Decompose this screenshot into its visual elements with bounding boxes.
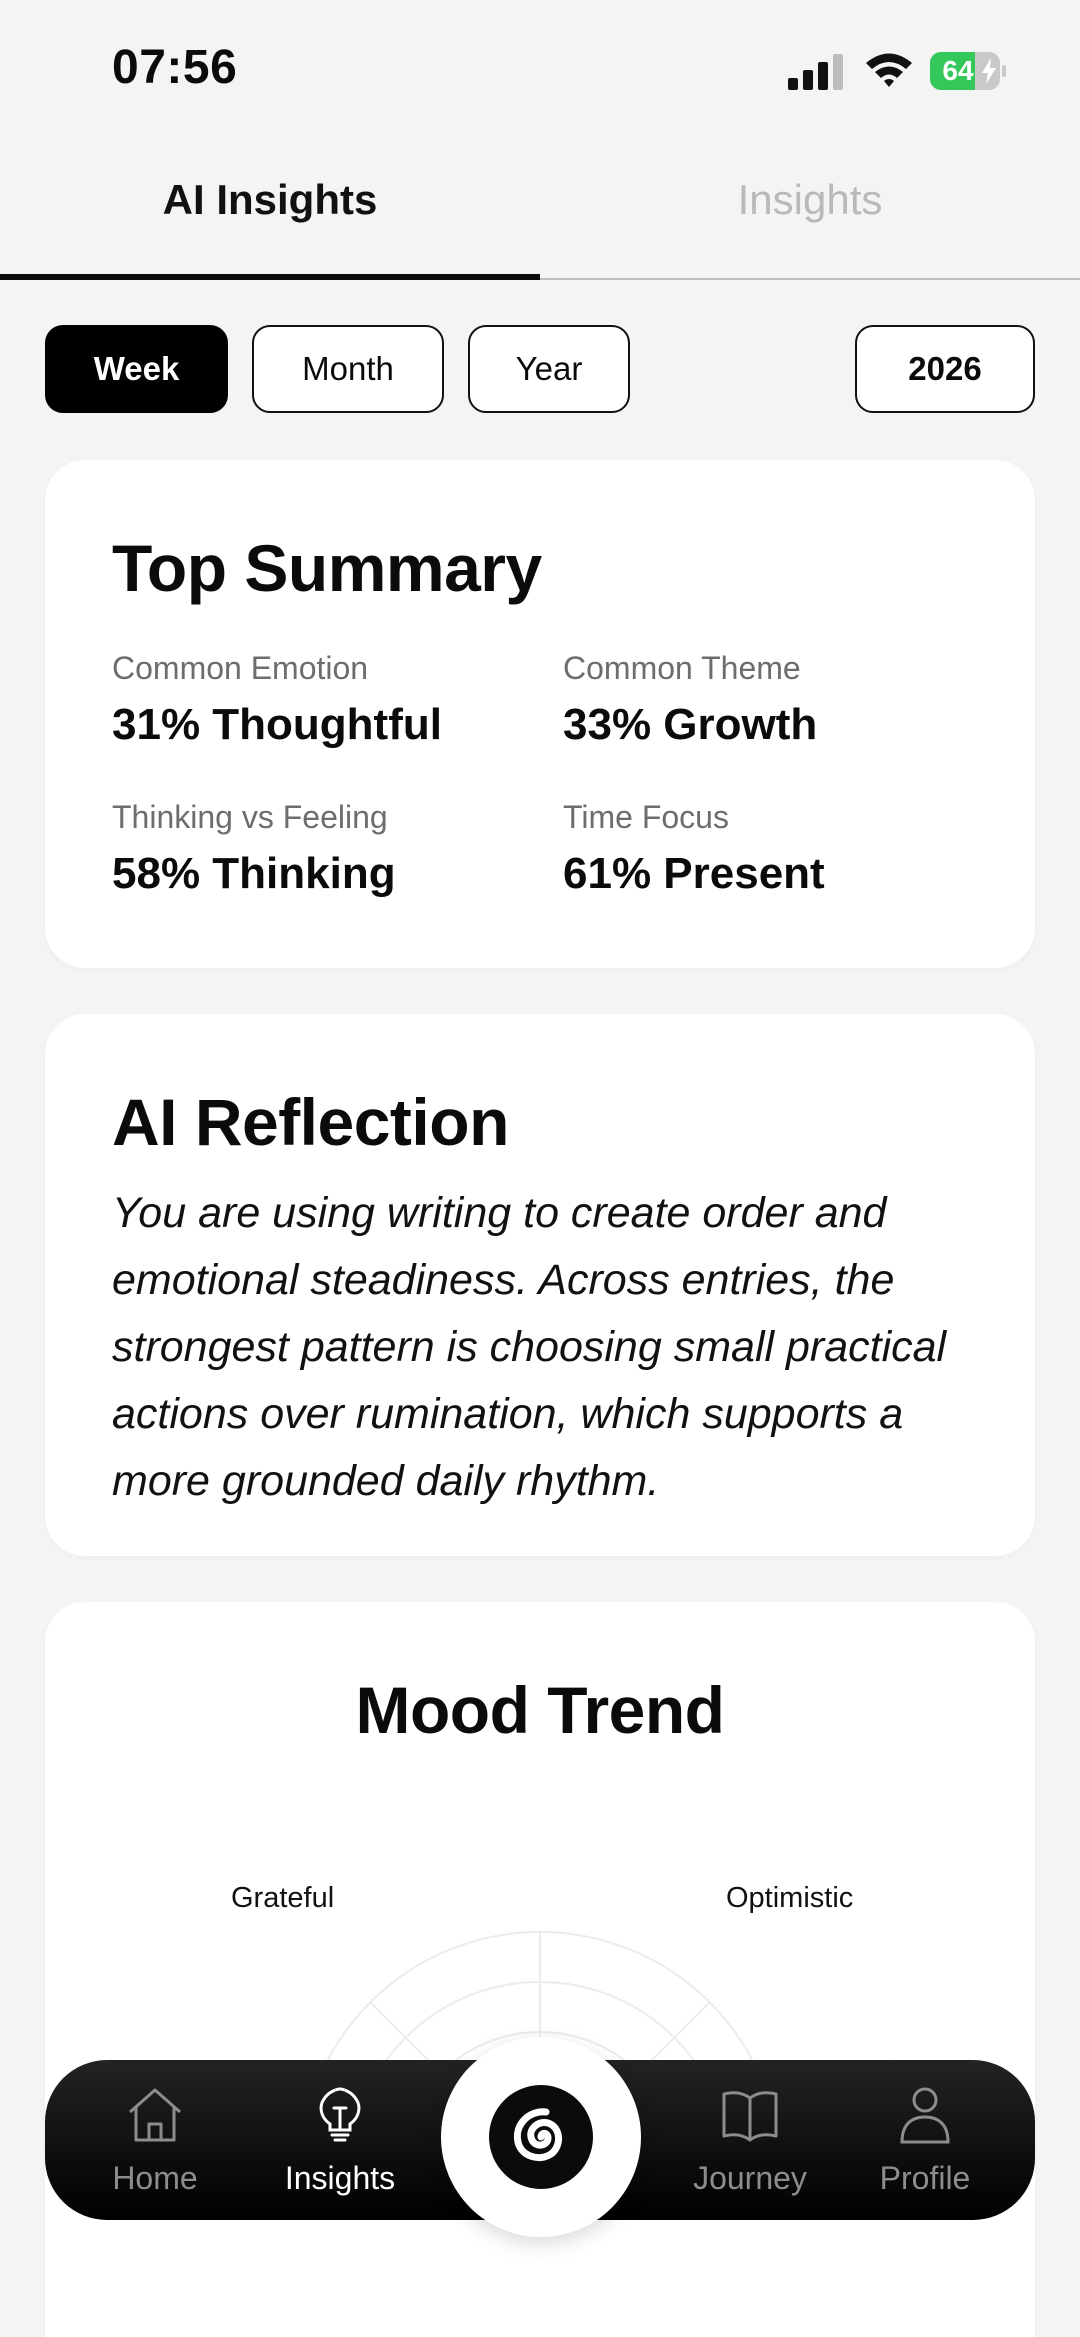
nav-home-label: Home xyxy=(112,2160,198,2196)
nav-insights-label: Insights xyxy=(284,2160,396,2196)
tab-ai-insights[interactable]: AI Insights xyxy=(0,150,540,280)
tab-insights[interactable]: Insights xyxy=(540,150,1080,278)
ai-reflection-card: AI Reflection You are using writing to c… xyxy=(45,1014,1035,1556)
wifi-icon xyxy=(866,53,912,87)
nav-journey[interactable]: Journey xyxy=(665,2060,835,2220)
reflection-title: AI Reflection xyxy=(112,1085,509,1159)
status-time: 07:56 xyxy=(112,41,238,94)
summary-title: Top Summary xyxy=(112,531,542,605)
filter-month-button[interactable]: Month xyxy=(252,325,444,413)
bolt-icon xyxy=(982,58,996,84)
lightbulb-icon xyxy=(319,2087,361,2142)
radar-label-optimistic: Optimistic xyxy=(726,1882,854,1914)
spiral-icon xyxy=(489,2085,593,2189)
reflection-text: You are using writing to create order an… xyxy=(112,1189,947,1505)
stat-value-thinking-vs-feeling: 58% Thinking xyxy=(112,849,396,898)
top-tabs: AI Insights Insights xyxy=(0,150,1080,280)
nav-profile-label: Profile xyxy=(879,2160,971,2196)
stat-value-common-theme: 33% Growth xyxy=(563,700,818,749)
signal-icon xyxy=(788,54,843,90)
person-icon xyxy=(900,2087,950,2144)
stat-value-time-focus: 61% Present xyxy=(563,849,825,898)
battery-percent: 64 xyxy=(942,55,974,86)
top-summary-card: Top Summary Common Emotion 31% Thoughtfu… xyxy=(45,460,1035,968)
ai-insights-screen: 07:56 64 AI Insights Insights Week Month… xyxy=(0,0,1080,2337)
stat-value-common-emotion: 31% Thoughtful xyxy=(112,700,442,749)
stat-label-time-focus: Time Focus xyxy=(563,799,729,835)
battery-charging-icon: 64 xyxy=(930,52,1006,90)
filter-week-button[interactable]: Week xyxy=(45,325,228,413)
stat-label-thinking-vs-feeling: Thinking vs Feeling xyxy=(112,799,388,835)
nav-profile[interactable]: Profile xyxy=(855,2060,995,2220)
mood-trend-title: Mood Trend xyxy=(355,1673,725,1747)
nav-journey-label: Journey xyxy=(693,2160,807,2196)
book-icon xyxy=(722,2091,778,2142)
status-bar: 07:56 64 xyxy=(0,0,1080,130)
nav-insights[interactable]: Insights xyxy=(265,2060,415,2220)
center-action-button[interactable] xyxy=(441,2037,641,2237)
nav-home[interactable]: Home xyxy=(90,2060,220,2220)
home-icon xyxy=(129,2088,181,2142)
stat-label-common-emotion: Common Emotion xyxy=(112,650,369,686)
radar-label-grateful: Grateful xyxy=(231,1882,335,1914)
stat-label-common-theme: Common Theme xyxy=(563,650,801,686)
filter-year-button[interactable]: Year xyxy=(468,325,630,413)
year-selector-button[interactable]: 2026 xyxy=(855,325,1035,413)
